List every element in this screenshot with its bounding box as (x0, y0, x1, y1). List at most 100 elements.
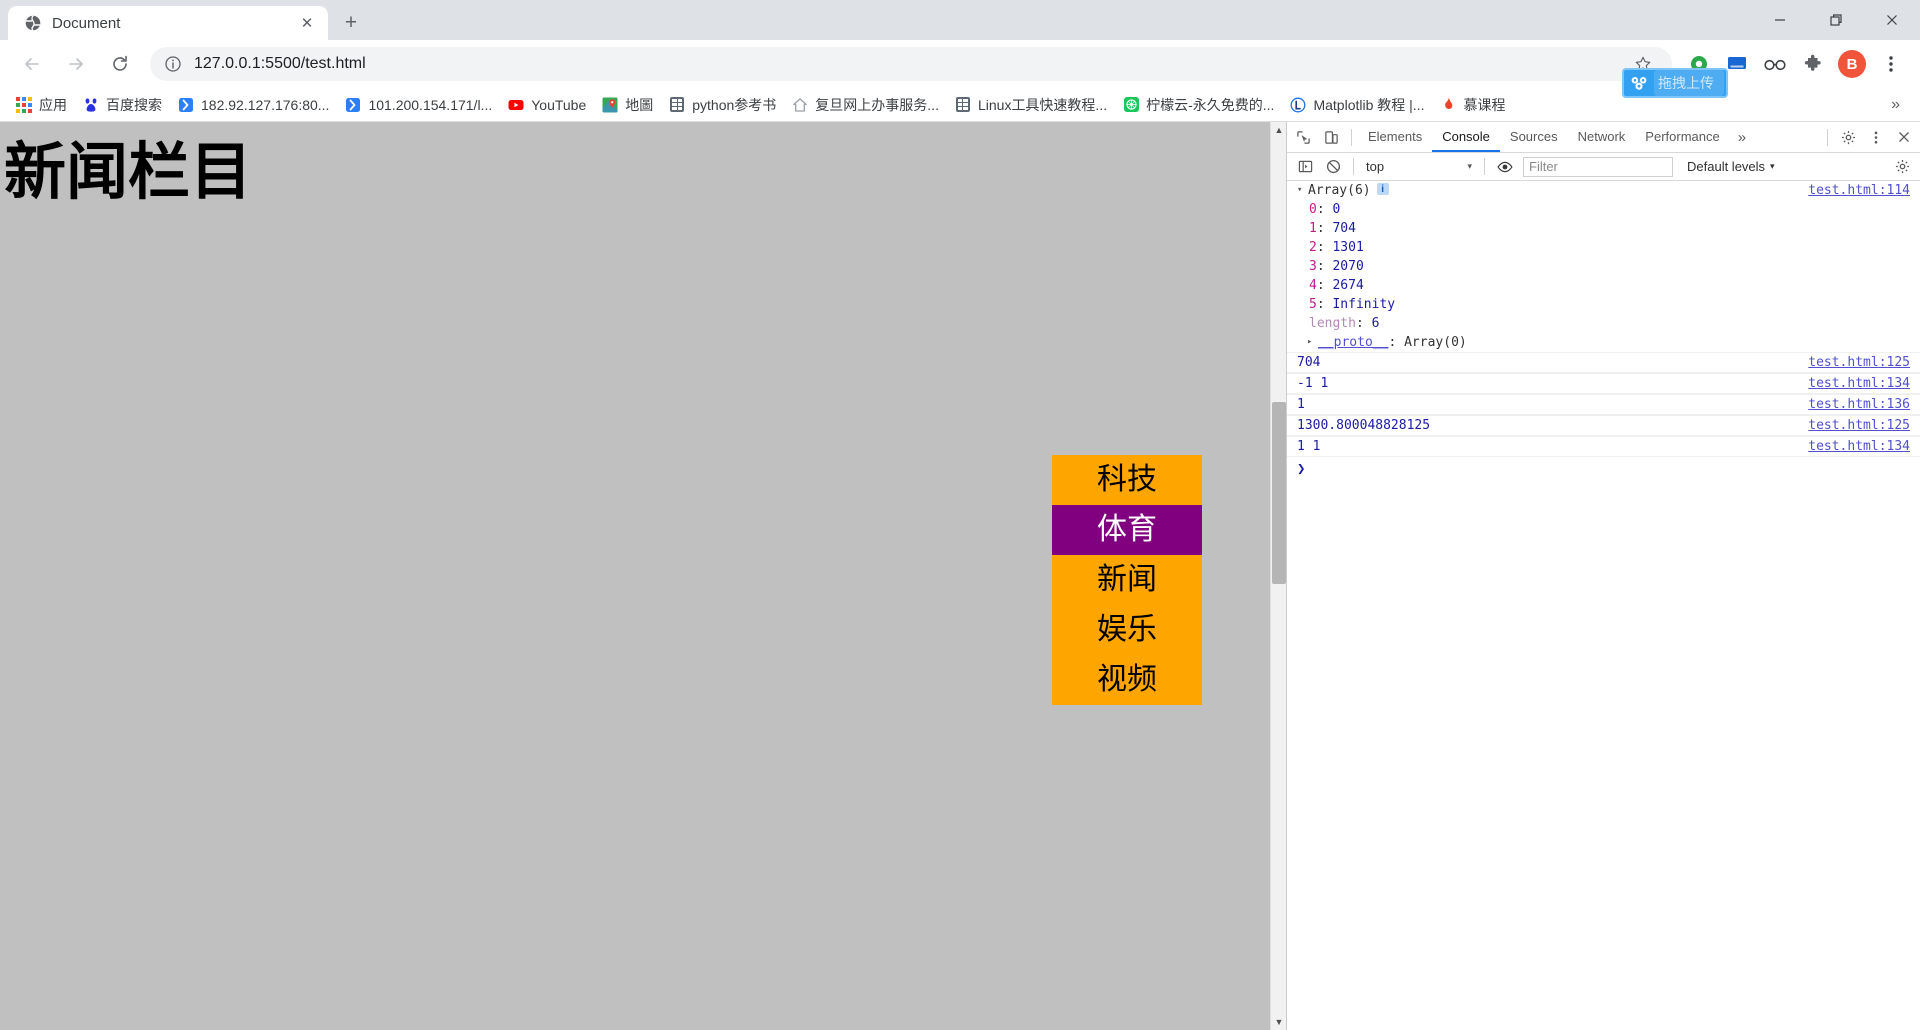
proto-value: Array(0) (1404, 335, 1467, 350)
baidu-icon (83, 97, 99, 113)
tab-network[interactable]: Network (1568, 122, 1636, 152)
bookmark-item-python-ref[interactable]: python参考书 (661, 92, 784, 118)
window-controls (1752, 0, 1920, 40)
menu-item-tiyu[interactable]: 体育 (1052, 505, 1202, 555)
console-output[interactable]: ▾ Array(6) i test.html:114 0: 0 1: 704 2… (1287, 181, 1920, 1030)
bookmark-label: 应用 (39, 96, 67, 113)
console-input-prompt[interactable]: ❯ (1287, 457, 1920, 481)
scroll-down-arrow-icon[interactable]: ▼ (1271, 1014, 1287, 1030)
kebab-menu-icon[interactable] (1875, 48, 1907, 80)
console-source-link[interactable]: test.html:125 (1808, 418, 1910, 433)
bookmark-item-ip-101[interactable]: 101.200.154.171/l... (337, 92, 500, 118)
console-sidebar-icon[interactable] (1291, 154, 1319, 180)
profile-avatar[interactable]: B (1838, 50, 1866, 78)
expand-triangle-icon[interactable]: ▾ (1297, 183, 1308, 198)
gear-icon[interactable] (1834, 124, 1862, 150)
property-value: 2070 (1332, 259, 1364, 274)
new-tab-button[interactable]: + (334, 6, 368, 40)
property-value: 2674 (1332, 278, 1364, 293)
console-object-property: 2: 1301 (1309, 240, 1364, 255)
bookmark-item-baidu[interactable]: 百度搜索 (75, 92, 170, 118)
info-circle-icon[interactable] (164, 55, 182, 73)
glasses-icon[interactable] (1759, 48, 1791, 80)
bookmark-item-maps[interactable]: 地圖 (594, 92, 661, 118)
extensions-puzzle-icon[interactable] (1797, 48, 1829, 80)
clear-console-icon[interactable] (1319, 154, 1347, 180)
console-message[interactable]: 704 test.html:125 (1287, 352, 1920, 373)
minimize-icon[interactable] (1752, 0, 1808, 40)
console-source-link[interactable]: test.html:125 (1808, 355, 1910, 370)
page-scrollbar[interactable]: ▲ ▼ (1270, 122, 1286, 1030)
tab-performance[interactable]: Performance (1635, 122, 1729, 152)
property-key: 3 (1309, 259, 1317, 274)
tab-elements[interactable]: Elements (1358, 122, 1432, 152)
back-icon[interactable] (14, 46, 50, 82)
console-source-link[interactable]: test.html:114 (1808, 183, 1910, 198)
console-source-link[interactable]: test.html:134 (1808, 376, 1910, 391)
bookmark-item-fudan[interactable]: 复旦网上办事服务... (784, 92, 947, 118)
tab-console[interactable]: Console (1432, 122, 1500, 152)
bookmark-item-ip-182[interactable]: 182.92.127.176:80... (170, 92, 337, 118)
kebab-menu-icon[interactable] (1862, 124, 1890, 150)
console-object-property: 3: 2070 (1309, 259, 1364, 274)
proto-key[interactable]: __proto__ (1318, 335, 1388, 350)
browser-tab[interactable]: Document ✕ (8, 6, 328, 40)
forward-icon[interactable] (58, 46, 94, 82)
bookmark-item-youtube[interactable]: YouTube (500, 92, 594, 118)
tab-close-icon[interactable]: ✕ (296, 12, 318, 34)
close-icon[interactable] (1864, 0, 1920, 40)
bookmark-item-matplotlib[interactable]: Matplotlib 教程 |... (1282, 92, 1432, 118)
menu-item-shipin[interactable]: 视频 (1052, 655, 1202, 705)
scroll-up-arrow-icon[interactable]: ▲ (1271, 122, 1287, 138)
bookmark-item-apps[interactable]: 应用 (8, 92, 75, 118)
expand-triangle-icon[interactable]: ▸ (1307, 335, 1318, 350)
console-filter-bar: top ▾ Filter Default levels ▾ (1287, 153, 1920, 181)
tab-sources[interactable]: Sources (1500, 122, 1568, 152)
restore-icon[interactable] (1808, 0, 1864, 40)
console-message[interactable]: 1300.800048828125 test.html:125 (1287, 415, 1920, 436)
bookmarks-overflow-icon[interactable]: » (1891, 96, 1900, 114)
console-source-link[interactable]: test.html:134 (1808, 439, 1910, 454)
toolbar-divider (1827, 128, 1828, 146)
property-value: Infinity (1332, 297, 1396, 312)
console-context-selector[interactable]: top ▾ (1360, 159, 1478, 174)
reload-icon[interactable] (102, 46, 138, 82)
bookmark-label: 百度搜索 (106, 96, 162, 113)
console-filter-input[interactable]: Filter (1523, 156, 1673, 177)
blue-bracket-icon (178, 97, 194, 113)
menu-item-yule[interactable]: 娱乐 (1052, 605, 1202, 655)
address-bar[interactable]: 127.0.0.1:5500/test.html (150, 47, 1672, 81)
info-badge-icon[interactable]: i (1376, 183, 1389, 195)
bookmark-label: 182.92.127.176:80... (201, 96, 330, 113)
more-tabs-icon[interactable]: » (1730, 129, 1754, 146)
page-title: 新闻栏目 (4, 135, 253, 208)
scrollbar-thumb[interactable] (1272, 402, 1286, 584)
live-expression-eye-icon[interactable] (1491, 154, 1519, 180)
console-message[interactable]: 1 1 test.html:134 (1287, 436, 1920, 457)
youtube-icon (508, 97, 524, 113)
bookmark-label: 柠檬云-永久免费的... (1146, 96, 1275, 113)
bookmark-item-lemon-cloud[interactable]: 柠檬云-永久免费的... (1115, 92, 1282, 118)
console-source-link[interactable]: test.html:136 (1808, 397, 1910, 412)
bookmark-item-imooc[interactable]: 慕课程 (1432, 92, 1513, 118)
chevron-down-icon: ▾ (1770, 161, 1775, 171)
lemon-icon (1123, 97, 1139, 113)
console-message[interactable]: -1 1 test.html:134 (1287, 373, 1920, 394)
console-object-proto[interactable]: ▸ __proto__: Array(0) (1287, 333, 1920, 352)
bookmark-item-linux-tutorial[interactable]: Linux工具快速教程... (947, 92, 1115, 118)
console-log-levels-selector[interactable]: Default levels ▾ (1687, 159, 1775, 174)
console-settings-gear-icon[interactable] (1888, 154, 1916, 180)
toolbar-divider (1353, 158, 1354, 175)
property-value: 1301 (1332, 240, 1364, 255)
console-message[interactable]: 1 test.html:136 (1287, 394, 1920, 415)
console-message-object[interactable]: ▾ Array(6) i test.html:114 (1287, 181, 1920, 200)
console-context-value: top (1366, 159, 1385, 174)
building-icon (955, 97, 971, 113)
menu-item-keji[interactable]: 科技 (1052, 455, 1202, 505)
menu-item-xinwen[interactable]: 新闻 (1052, 555, 1202, 605)
inspect-cursor-icon[interactable] (1289, 124, 1317, 150)
device-toolbar-icon[interactable] (1317, 124, 1345, 150)
devtools-panel: Elements Console Sources Network Perform… (1286, 122, 1920, 1030)
extension-drag-upload-badge[interactable]: 拖拽上传 (1622, 68, 1728, 98)
close-icon[interactable] (1890, 124, 1918, 150)
